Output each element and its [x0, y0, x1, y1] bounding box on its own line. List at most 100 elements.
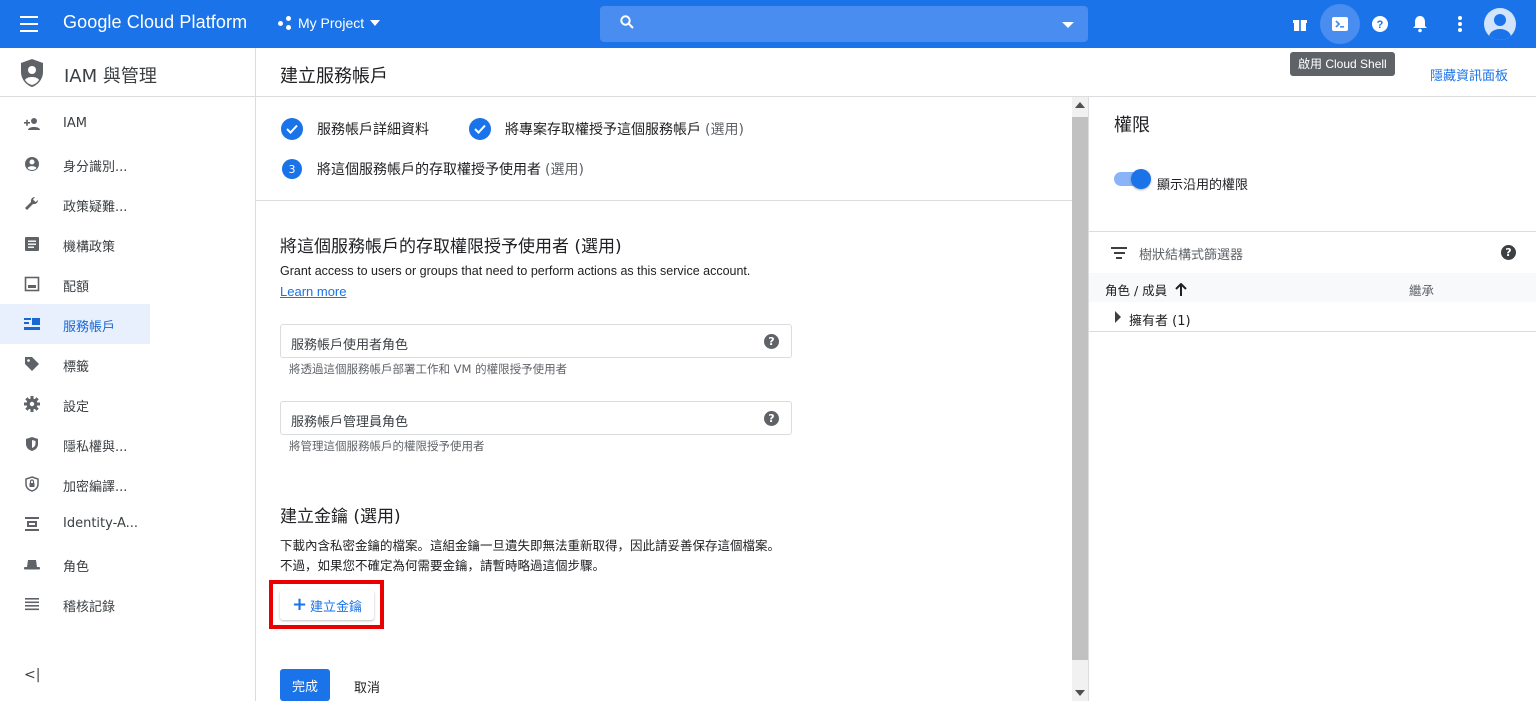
hat-icon: [24, 560, 40, 570]
service-account-admins-role-field[interactable]: 服務帳戶管理員角色 ?: [280, 401, 792, 435]
chevron-down-icon: [370, 20, 381, 26]
expand-arrow-icon[interactable]: [1115, 311, 1121, 323]
wrench-icon: [25, 196, 39, 210]
sidebar-item-quotas[interactable]: 配額: [0, 264, 150, 304]
notifications-bell-icon[interactable]: [1408, 12, 1432, 36]
key-description-line2: 不過，如果您不確定為何需要金鑰，請暫時略過這個步驟。: [280, 559, 606, 573]
show-inherited-toggle[interactable]: [1114, 169, 1151, 189]
shield-icon: [26, 437, 38, 451]
sidebar-item-label: IAM: [63, 116, 87, 131]
key-description-line1: 下載內含私密金鑰的檔案。這組金鑰一旦遺失即無法重新取得，因此請妥善保存這個檔案。: [280, 539, 781, 553]
table-row[interactable]: 擁有者 (1): [1089, 302, 1536, 332]
field-label: 服務帳戶管理員角色: [291, 415, 409, 430]
help-icon[interactable]: ?: [764, 411, 779, 426]
sidebar-item-privacy[interactable]: 隱私權與...: [0, 424, 150, 464]
column-label: 角色 / 成員: [1105, 283, 1168, 298]
lock-shield-icon: [25, 476, 39, 492]
divider: [256, 200, 1072, 201]
create-key-button[interactable]: + 建立金鑰: [280, 590, 374, 620]
check-circle-icon: [469, 118, 491, 140]
step-label: 服務帳戶詳細資料: [317, 122, 429, 138]
gift-icon[interactable]: [1288, 12, 1312, 36]
step-optional: (選用): [705, 122, 744, 138]
search-input[interactable]: [600, 6, 1088, 42]
brand-title[interactable]: Google Cloud Platform: [63, 12, 247, 33]
sidebar-item-troubleshooter[interactable]: 政策疑難...: [0, 184, 150, 224]
scroll-down-arrow-icon[interactable]: [1075, 690, 1085, 696]
sidebar-item-label: 政策疑難...: [63, 200, 128, 215]
sidebar-item-label: Identity-A...: [63, 516, 139, 531]
help-icon[interactable]: ?: [1368, 12, 1392, 36]
hide-info-panel-link[interactable]: 隱藏資訊面板: [1430, 65, 1508, 84]
step-1[interactable]: 服務帳戶詳細資料: [281, 118, 429, 140]
toggle-label: 顯示沿用的權限: [1157, 178, 1249, 193]
field-hint: 將管理這個服務帳戶的權限授予使用者: [289, 439, 485, 453]
scroll-up-arrow-icon[interactable]: [1075, 102, 1085, 108]
iam-shield-icon: [21, 59, 43, 87]
help-icon[interactable]: ?: [1501, 245, 1516, 260]
sidebar-item-iam[interactable]: IAM: [0, 104, 150, 144]
sidebar-item-identity[interactable]: 身分識別...: [0, 144, 150, 184]
terminal-icon: [1332, 17, 1348, 31]
tag-icon: [25, 357, 39, 371]
sidebar-item-org-policy[interactable]: 機構政策: [0, 224, 150, 264]
cloud-shell-tooltip: 啟用 Cloud Shell: [1290, 52, 1395, 76]
sidebar-item-label: 身分識別...: [63, 160, 128, 175]
filter-icon[interactable]: [1111, 247, 1127, 259]
sidebar-item-label: 標籤: [63, 360, 90, 375]
create-key-label: 建立金鑰: [310, 599, 363, 615]
list-box-icon: [25, 237, 39, 251]
learn-more-link[interactable]: Learn more: [280, 284, 346, 299]
service-account-users-role-field[interactable]: 服務帳戶使用者角色 ?: [280, 324, 792, 358]
help-icon[interactable]: ?: [764, 334, 779, 349]
sidebar-nav: IAM 身分識別... 政策疑難... 機構政策 配額 服務帳戶 標籤 設定 隱…: [0, 97, 255, 624]
cloud-shell-button[interactable]: [1320, 4, 1360, 44]
sidebar-item-service-accounts[interactable]: 服務帳戶: [0, 304, 150, 344]
key-section-title: 建立金鑰 (選用): [280, 507, 401, 527]
column-role-member[interactable]: 角色 / 成員: [1105, 280, 1187, 299]
account-avatar[interactable]: [1484, 8, 1516, 40]
sidebar-item-label: 服務帳戶: [63, 320, 116, 335]
step-number: 3: [282, 159, 302, 179]
permissions-table-header: 角色 / 成員 繼承: [1089, 273, 1536, 302]
sidebar-item-roles[interactable]: 角色: [0, 544, 150, 584]
step-3[interactable]: 3 將這個服務帳戶的存取權授予使用者 (選用): [282, 159, 584, 179]
sidebar-item-identity-aware[interactable]: Identity-A...: [0, 504, 150, 544]
quota-icon: [24, 276, 40, 292]
field-hint: 將透過這個服務帳戶部署工作和 VM 的權限授予使用者: [289, 362, 568, 376]
search-dropdown-icon[interactable]: [1062, 22, 1074, 28]
sidebar-item-labels[interactable]: 標籤: [0, 344, 150, 384]
info-panel: 權限 顯示沿用的權限 樹狀結構式篩選器 ? 角色 / 成員 繼承 擁有者 (1): [1088, 97, 1536, 701]
sidebar-item-audit-logs[interactable]: 稽核記錄: [0, 584, 150, 624]
sidebar-header: IAM 與管理: [0, 48, 255, 97]
check-circle-icon: [281, 118, 303, 140]
step-2[interactable]: 將專案存取權授予這個服務帳戶 (選用): [469, 118, 744, 140]
sidebar-item-crypto[interactable]: 加密編譯...: [0, 464, 150, 504]
hamburger-menu-icon[interactable]: [20, 13, 44, 35]
step-label: 將這個服務帳戶的存取權授予使用者: [317, 162, 541, 178]
step-optional: (選用): [545, 162, 584, 178]
cancel-button[interactable]: 取消: [354, 677, 380, 696]
project-dots-icon: [278, 16, 292, 30]
collapse-sidebar-icon[interactable]: <|: [24, 667, 40, 683]
divider: [1089, 231, 1536, 232]
gear-icon: [24, 396, 40, 412]
done-button[interactable]: 完成: [280, 669, 330, 701]
column-inheritance: 繼承: [1409, 283, 1435, 298]
main-scrollbar[interactable]: [1072, 97, 1088, 701]
sidebar-item-label: 角色: [63, 560, 90, 575]
grant-section-title: 將這個服務帳戶的存取權限授予使用者 (選用): [280, 237, 622, 257]
more-vert-icon[interactable]: [1448, 12, 1472, 36]
sidebar-item-label: 設定: [63, 400, 90, 415]
sidebar-item-label: 機構政策: [63, 240, 116, 255]
lines-icon: [25, 598, 39, 611]
main-content: 服務帳戶詳細資料 將專案存取權授予這個服務帳戶 (選用) 3 將這個服務帳戶的存…: [256, 97, 1072, 701]
scroll-thumb[interactable]: [1072, 117, 1088, 660]
project-selector[interactable]: My Project: [278, 15, 381, 31]
top-app-bar: Google Cloud Platform My Project ?: [0, 0, 1536, 48]
page-title: 建立服務帳戶: [280, 66, 388, 87]
sidebar-item-settings[interactable]: 設定: [0, 384, 150, 424]
tree-filter-input[interactable]: 樹狀結構式篩選器: [1139, 244, 1243, 263]
sort-arrow-up-icon: [1175, 282, 1187, 296]
search-icon: [620, 15, 634, 29]
